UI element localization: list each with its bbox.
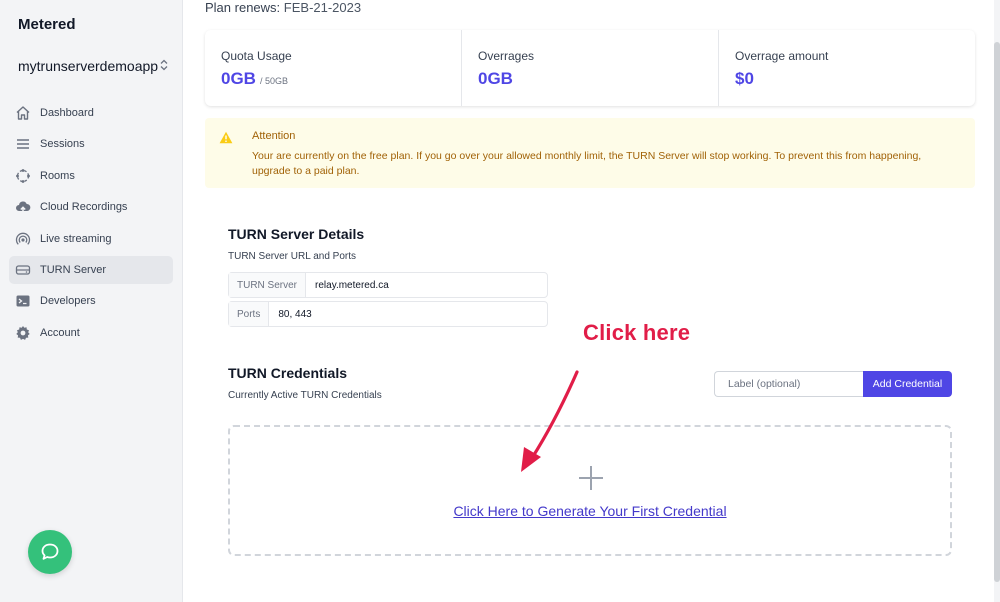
- turn-server-url-field[interactable]: TURN Server relay.metered.ca: [228, 272, 548, 298]
- stat-value-row: 0GB: [478, 69, 702, 89]
- list-icon: [17, 139, 29, 150]
- rooms-icon: [16, 168, 30, 183]
- turn-credentials-title: TURN Credentials: [228, 365, 348, 381]
- sidebar-item-turn-server[interactable]: TURN Server: [9, 255, 173, 284]
- field-value[interactable]: relay.metered.ca: [306, 273, 398, 297]
- brand-logo: Metered: [18, 16, 76, 33]
- main-content: Plan renews: FEB-21-2023 Quota Usage 0GB…: [183, 0, 1000, 602]
- stat-sub: / 50GB: [259, 76, 288, 86]
- app-name: mytrunserverdemoapp: [18, 58, 159, 74]
- chat-icon: [41, 543, 59, 560]
- sidebar-item-account[interactable]: Account: [9, 319, 173, 347]
- stat-overrages: Overrages 0GB: [462, 30, 719, 106]
- chat-support-button[interactable]: [28, 530, 72, 574]
- sidebar-item-label: Account: [40, 326, 80, 339]
- server-icon: [15, 265, 31, 275]
- sidebar-item-dashboard[interactable]: Dashboard: [9, 99, 173, 127]
- free-plan-alert: Attention Your are currently on the free…: [205, 118, 975, 188]
- stat-value-row: 0GB/ 50GB: [221, 69, 445, 89]
- credential-label-input[interactable]: [714, 371, 863, 397]
- warning-icon: [219, 131, 233, 144]
- stat-value: 0GB: [478, 69, 513, 88]
- generate-first-credential-link[interactable]: Click Here to Generate Your First Creden…: [230, 503, 950, 519]
- usage-stats-card: Quota Usage 0GB/ 50GB Overrages 0GB Over…: [205, 30, 975, 106]
- generate-credential-dropzone[interactable]: Click Here to Generate Your First Creden…: [228, 425, 952, 556]
- alert-message: Your are currently on the free plan. If …: [252, 150, 922, 177]
- scrollbar-thumb[interactable]: [994, 42, 1000, 582]
- turn-details-subtitle: TURN Server URL and Ports: [228, 251, 356, 262]
- stat-value: $0: [735, 69, 754, 88]
- sidebar: Metered mytrunserverdemoapp Dashboard Se…: [0, 0, 183, 602]
- stat-overrage-amount: Overrage amount $0: [719, 30, 975, 106]
- home-icon: [16, 106, 30, 120]
- cloud-upload-icon: [16, 201, 31, 215]
- sidebar-item-label: Rooms: [40, 169, 75, 182]
- stat-label: Overrages: [478, 49, 535, 63]
- stat-label: Overrage amount: [735, 49, 829, 63]
- plus-icon: [579, 466, 603, 490]
- broadcast-icon: [15, 232, 31, 245]
- sidebar-item-label: Sessions: [40, 138, 85, 151]
- stat-value: 0GB: [221, 69, 256, 88]
- plan-date: FEB-21-2023: [283, 0, 362, 15]
- plan-renewal: Plan renews: FEB-21-2023: [205, 0, 361, 15]
- stat-value-row: $0: [735, 69, 959, 89]
- alert-body: Attention Your are currently on the free…: [252, 130, 961, 188]
- stat-label: Quota Usage: [221, 49, 292, 63]
- plan-label: Plan renews:: [205, 0, 281, 15]
- turn-details-title: TURN Server Details: [228, 226, 365, 242]
- terminal-icon: [16, 295, 30, 307]
- sidebar-item-developers[interactable]: Developers: [9, 287, 173, 315]
- alert-title: Attention: [252, 130, 296, 142]
- sidebar-item-label: Developers: [40, 295, 96, 308]
- field-value[interactable]: 80, 443: [269, 302, 320, 326]
- sidebar-item-label: Live streaming: [40, 232, 112, 245]
- sidebar-item-cloud-recordings[interactable]: Cloud Recordings: [9, 193, 173, 221]
- sidebar-nav: Dashboard Sessions Rooms Cloud Recording…: [9, 99, 173, 350]
- sidebar-item-sessions[interactable]: Sessions: [9, 130, 173, 158]
- turn-credentials-subtitle: Currently Active TURN Credentials: [228, 390, 382, 401]
- app-selector[interactable]: mytrunserverdemoapp: [18, 58, 168, 74]
- sidebar-item-rooms[interactable]: Rooms: [9, 162, 173, 190]
- field-key: Ports: [229, 302, 270, 326]
- gear-icon: [16, 325, 30, 340]
- sidebar-item-label: Cloud Recordings: [40, 201, 128, 214]
- sidebar-item-label: TURN Server: [40, 263, 107, 276]
- field-key: TURN Server: [229, 273, 307, 297]
- add-credential-button[interactable]: Add Credential: [863, 371, 952, 397]
- sidebar-item-live-streaming[interactable]: Live streaming: [9, 225, 173, 253]
- sidebar-item-label: Dashboard: [40, 107, 94, 119]
- chevron-updown-icon: [160, 59, 168, 74]
- stat-quota-usage: Quota Usage 0GB/ 50GB: [205, 30, 462, 106]
- click-here-annotation: Click here: [583, 320, 691, 345]
- turn-ports-field[interactable]: Ports 80, 443: [228, 301, 548, 327]
